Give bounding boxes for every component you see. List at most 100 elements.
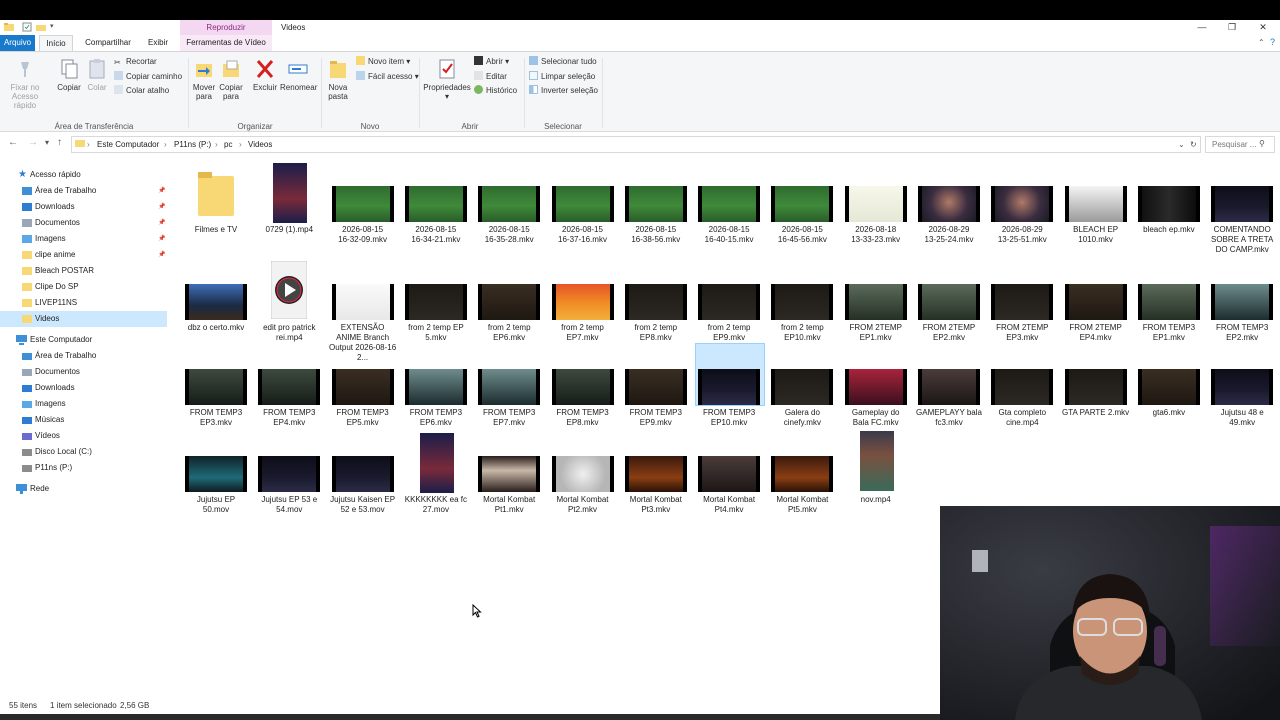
file-item[interactable]: 2026-08-15 16-37-16.mkv — [551, 163, 621, 244]
nav-network[interactable]: Rede — [0, 481, 167, 497]
nav-quick-item[interactable]: Clipe Do SP — [0, 279, 167, 295]
file-item[interactable]: FROM 2TEMP EP1.mkv — [844, 261, 914, 342]
file-item[interactable]: 2026-08-15 16-45-56.mkv — [770, 163, 840, 244]
pinned-icon[interactable]: 📌 — [158, 215, 165, 231]
nav-pc-item[interactable]: Downloads — [0, 380, 167, 396]
file-item[interactable]: 2026-08-15 16-35-28.mkv — [477, 163, 547, 244]
file-item[interactable]: BLEACH EP 1010.mkv — [1064, 163, 1134, 244]
copy-path-button[interactable]: Copiar caminho — [114, 71, 182, 83]
file-item[interactable]: Jujutsu EP 53 e 54.mov — [257, 433, 327, 514]
file-item[interactable]: FROM 2TEMP EP3.mkv — [990, 261, 1060, 342]
nav-quick-item[interactable]: Área de Trabalho 📌 — [0, 183, 167, 199]
file-item[interactable]: FROM TEMP3 EP3.mkv — [184, 346, 254, 427]
back-arrow-icon[interactable]: ← — [8, 137, 18, 148]
rename-button[interactable]: Renomear — [280, 58, 317, 92]
pin-quick-access-button[interactable]: Fixar no Acesso rápido — [3, 58, 47, 110]
easy-access-button[interactable]: Fácil acesso ▾ — [356, 71, 419, 83]
edit-button[interactable]: Editar — [474, 71, 507, 83]
file-item[interactable]: 0729 (1).mp4 — [257, 163, 327, 243]
close-icon[interactable]: ✕ — [1248, 20, 1278, 35]
file-item[interactable]: from 2 temp EP8.mkv — [624, 261, 694, 342]
file-item[interactable]: Jujutsu 48 e 49.mkv — [1210, 346, 1280, 427]
breadcrumb-this-pc[interactable]: Este Computador — [97, 137, 159, 152]
help-icon[interactable]: ? — [1270, 37, 1275, 47]
properties-button[interactable]: Propriedades ▾ — [423, 58, 471, 101]
file-item[interactable]: bleach ep.mkv — [1137, 163, 1207, 243]
file-item[interactable]: from 2 temp EP 5.mkv — [404, 261, 474, 342]
chevron-down-icon[interactable]: ⌄ — [1178, 137, 1185, 152]
pinned-icon[interactable]: 📌 — [158, 231, 165, 247]
file-item[interactable]: FROM 2TEMP EP4.mkv — [1064, 261, 1134, 342]
pinned-icon[interactable]: 📌 — [158, 199, 165, 215]
file-item[interactable]: FROM 2TEMP EP2.mkv — [917, 261, 987, 342]
breadcrumb-pc[interactable]: pc — [224, 137, 232, 152]
file-item[interactable]: Jujutsu EP 50.mov — [184, 433, 254, 514]
select-none-button[interactable]: Limpar seleção — [529, 71, 595, 83]
file-item[interactable]: FROM TEMP3 EP8.mkv — [551, 346, 621, 427]
nav-pc-item[interactable]: Área de Trabalho — [0, 348, 167, 364]
file-item[interactable]: Mortal Kombat Pt5.mkv — [770, 433, 840, 514]
recent-locations-icon[interactable]: ▾ — [45, 138, 49, 147]
minimize-icon[interactable]: — — [1187, 20, 1217, 35]
nav-pc-item[interactable]: Disco Local (C:) — [0, 444, 167, 460]
address-bar[interactable]: › Este Computador › P11ns (P:) › pc › Vi… — [71, 136, 1201, 153]
file-item[interactable]: 2026-08-29 13-25-24.mkv — [917, 163, 987, 244]
maximize-icon[interactable]: ❐ — [1217, 20, 1247, 35]
nav-this-pc[interactable]: Este Computador — [0, 332, 167, 348]
nav-quick-item[interactable]: LIVEP11NS — [0, 295, 167, 311]
nav-quick-item[interactable]: Bleach POSTAR — [0, 263, 167, 279]
properties-quick-icon[interactable] — [22, 22, 32, 32]
open-button[interactable]: Abrir ▾ — [474, 56, 509, 68]
paste-button[interactable]: Colar — [85, 58, 109, 92]
file-item[interactable]: Mortal Kombat Pt2.mkv — [551, 433, 621, 514]
nav-quick-access[interactable]: ★ Acesso rápido — [0, 167, 167, 183]
file-item[interactable]: FROM TEMP3 EP4.mkv — [257, 346, 327, 427]
pinned-icon[interactable]: 📌 — [158, 183, 165, 199]
folder-item[interactable]: Filmes e TV — [184, 163, 254, 243]
file-item[interactable]: Galera do cinefy.mkv — [770, 346, 840, 427]
copy-to-button[interactable]: Copiar para — [219, 58, 243, 101]
file-item[interactable]: nov.mp4 — [844, 431, 914, 513]
file-item[interactable]: FROM TEMP3 EP7.mkv — [477, 346, 547, 427]
file-item[interactable]: 2026-08-18 13-33-23.mkv — [844, 163, 914, 244]
file-item[interactable]: FROM TEMP3 EP9.mkv — [624, 346, 694, 427]
file-item[interactable]: Gta completo cine.mp4 — [990, 346, 1060, 427]
up-arrow-icon[interactable]: ↑ — [57, 137, 62, 148]
chevron-up-icon[interactable]: ⌃ — [1258, 38, 1265, 47]
new-folder-button[interactable]: Nova pasta — [326, 58, 350, 101]
file-item[interactable]: COMENTANDO SOBRE A TRETA DO CAMP.mkv — [1210, 163, 1280, 254]
file-item[interactable]: Jujutsu Kaisen EP 52 e 53.mov — [330, 433, 401, 514]
nav-pc-item[interactable]: Vídeos — [0, 428, 167, 444]
nav-pc-item[interactable]: P11ns (P:) — [0, 460, 167, 476]
file-item[interactable]: from 2 temp EP9.mkv — [697, 261, 767, 342]
nav-quick-item[interactable]: Videos — [0, 311, 167, 327]
file-item[interactable]: from 2 temp EP10.mkv — [770, 261, 840, 342]
nav-pc-item[interactable]: Documentos — [0, 364, 167, 380]
tab-view[interactable]: Exibir — [143, 35, 173, 51]
file-item[interactable]: 2026-08-15 16-32-09.mkv — [331, 163, 401, 244]
nav-quick-item[interactable]: clipe anime 📌 — [0, 247, 167, 263]
tab-share[interactable]: Compartilhar — [79, 35, 137, 51]
tab-file[interactable]: Arquivo — [0, 35, 35, 51]
file-item[interactable]: 2026-08-15 16-38-56.mkv — [624, 163, 694, 244]
file-item[interactable]: Gameplay do Bala FC.mkv — [844, 346, 914, 427]
move-to-button[interactable]: Mover para — [192, 58, 216, 101]
file-item[interactable]: edit pro patrick rei.mp4 — [257, 260, 327, 342]
select-all-button[interactable]: Selecionar tudo — [529, 56, 597, 68]
file-item[interactable]: Mortal Kombat Pt4.mkv — [697, 433, 767, 514]
copy-button[interactable]: Copiar — [55, 58, 83, 92]
file-item[interactable]: from 2 temp EP7.mkv — [551, 261, 621, 342]
breadcrumb-videos[interactable]: Videos — [248, 137, 272, 152]
paste-shortcut-button[interactable]: Colar atalho — [114, 85, 169, 97]
new-item-button[interactable]: Novo item ▾ — [356, 56, 410, 68]
nav-quick-item[interactable]: Downloads 📌 — [0, 199, 167, 215]
tab-video-tools[interactable]: Ferramentas de Vídeo — [180, 35, 272, 51]
file-item[interactable]: Mortal Kombat Pt3.mkv — [624, 433, 694, 514]
context-tab-play[interactable]: Reproduzir — [180, 20, 272, 35]
refresh-icon[interactable]: ↻ — [1190, 137, 1197, 152]
file-item[interactable]: GTA PARTE 2.mkv — [1062, 346, 1134, 426]
file-item[interactable]: 2026-08-15 16-40-15.mkv — [697, 163, 767, 244]
file-item[interactable]: FROM TEMP3 EP2.mkv — [1210, 261, 1280, 342]
nav-quick-item[interactable]: Imagens 📌 — [0, 231, 167, 247]
file-item[interactable]: FROM TEMP3 EP10.mkv — [695, 343, 767, 427]
